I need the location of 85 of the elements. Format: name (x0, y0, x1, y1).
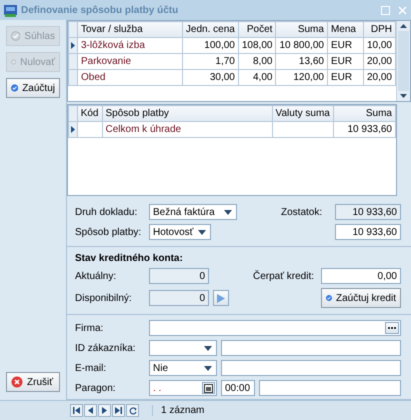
play-icon (217, 294, 225, 302)
column-header[interactable]: Tovar / služba (77, 22, 182, 38)
table-cell: 1,70 (182, 54, 238, 70)
field-label: Aktuálny: (75, 270, 118, 282)
table-cell: 120,00 (276, 70, 328, 86)
column-header[interactable]: Mena (327, 22, 364, 38)
first-record-icon (73, 407, 80, 414)
nav-button[interactable] (70, 404, 83, 417)
calendar-icon (204, 384, 213, 392)
close-circle-icon (11, 376, 23, 388)
more-button[interactable] (385, 322, 399, 334)
table-cell: Celkom k úhrade (102, 122, 272, 138)
column-header[interactable]: DPH (363, 22, 396, 38)
column-header[interactable]: Suma (333, 106, 396, 122)
window-title: Definovanie spôsobu platby účtu (21, 4, 180, 16)
firm-field[interactable] (149, 320, 401, 336)
column-header[interactable]: Spôsob platby (102, 106, 272, 122)
draw-credit-field[interactable]: 0,00 (321, 268, 401, 284)
date-value: . . (153, 382, 162, 394)
current-credit-field: 0 (149, 268, 209, 284)
time-field[interactable]: 00:00 (221, 380, 255, 396)
date-field[interactable]: . . (149, 380, 217, 396)
play-button[interactable] (213, 290, 229, 306)
table-cell: Parkovanie (77, 54, 182, 70)
nav-button[interactable] (84, 404, 97, 417)
row-pointer-icon (70, 126, 75, 134)
column-header[interactable]: Počet (238, 22, 276, 38)
payment-method-dropdown[interactable]: Hotovosť (149, 224, 211, 240)
field-label: Zostatok: (281, 206, 324, 218)
balance-field: 10 933,60 (335, 204, 401, 220)
dropdown-arrow-icon (198, 230, 206, 234)
refresh-button[interactable] (126, 404, 139, 417)
nav-button[interactable] (112, 404, 125, 417)
table-cell: Obed (77, 70, 182, 86)
table-cell: 10 800,00 (276, 38, 328, 54)
table-cell: 4,00 (238, 70, 276, 86)
calendar-button[interactable] (202, 382, 215, 394)
section-title: Stav kreditného konta: (75, 253, 184, 264)
dropdown-arrow-icon (224, 210, 232, 214)
column-header[interactable]: Kód (77, 106, 102, 122)
table-cell: 100,00 (182, 38, 238, 54)
table-cell: 108,00 (238, 38, 276, 54)
column-header[interactable]: Valuty suma (272, 106, 334, 122)
email-field[interactable] (221, 360, 401, 376)
dropdown-arrow-icon (204, 346, 212, 350)
post-credit-button[interactable]: Zaúčtuj kredit (321, 288, 401, 308)
receipt-field[interactable] (259, 380, 401, 396)
refresh-icon (128, 406, 136, 414)
field-label: Paragon: (75, 382, 117, 394)
document-type-dropdown[interactable]: Bežná faktúra (149, 204, 237, 220)
check-circle-icon (11, 82, 18, 94)
next-icon (101, 407, 108, 414)
table-cell: 8,00 (238, 54, 276, 70)
field-label: Disponibilný: (75, 292, 133, 304)
field-label: E-mail: (75, 362, 108, 374)
field-label: Čerpať kredit: (253, 270, 315, 282)
email-dropdown[interactable]: Nie (149, 360, 217, 376)
nav-button[interactable] (98, 404, 111, 417)
side-button[interactable]: Zaúčtuj (6, 78, 60, 98)
last-record-icon (115, 407, 122, 414)
table-cell: EUR (327, 38, 364, 54)
field-label: Firma: (75, 322, 104, 334)
previous-icon (87, 407, 94, 414)
amount-field[interactable]: 10 933,60 (335, 224, 401, 240)
column-header[interactable]: Jedn. cena (182, 22, 238, 38)
table-cell: EUR (327, 54, 364, 70)
app-icon (4, 4, 17, 16)
table-cell: 13,60 (276, 54, 328, 70)
dropdown-arrow-icon (204, 366, 212, 370)
cancel-button[interactable]: Zrušiť (6, 372, 60, 392)
field-label: Spôsob platby: (75, 226, 142, 238)
table-cell: 3-lôžková izba (77, 38, 182, 54)
scrollbar[interactable] (396, 21, 410, 102)
customer-name-field[interactable] (221, 340, 401, 356)
field-label: ID zákazníka: (75, 342, 137, 354)
table-cell: 10 933,60 (333, 122, 396, 138)
record-count: 1 záznam (152, 405, 204, 416)
check-circle-icon (326, 292, 332, 304)
row-pointer-icon (70, 42, 75, 49)
table-cell: 30,00 (182, 70, 238, 86)
available-credit-field: 0 (149, 290, 209, 306)
column-header[interactable]: Suma (276, 22, 328, 38)
field-label: Druh dokladu: (75, 206, 138, 218)
table-cell: EUR (327, 70, 364, 86)
check-circle-icon (11, 30, 20, 42)
